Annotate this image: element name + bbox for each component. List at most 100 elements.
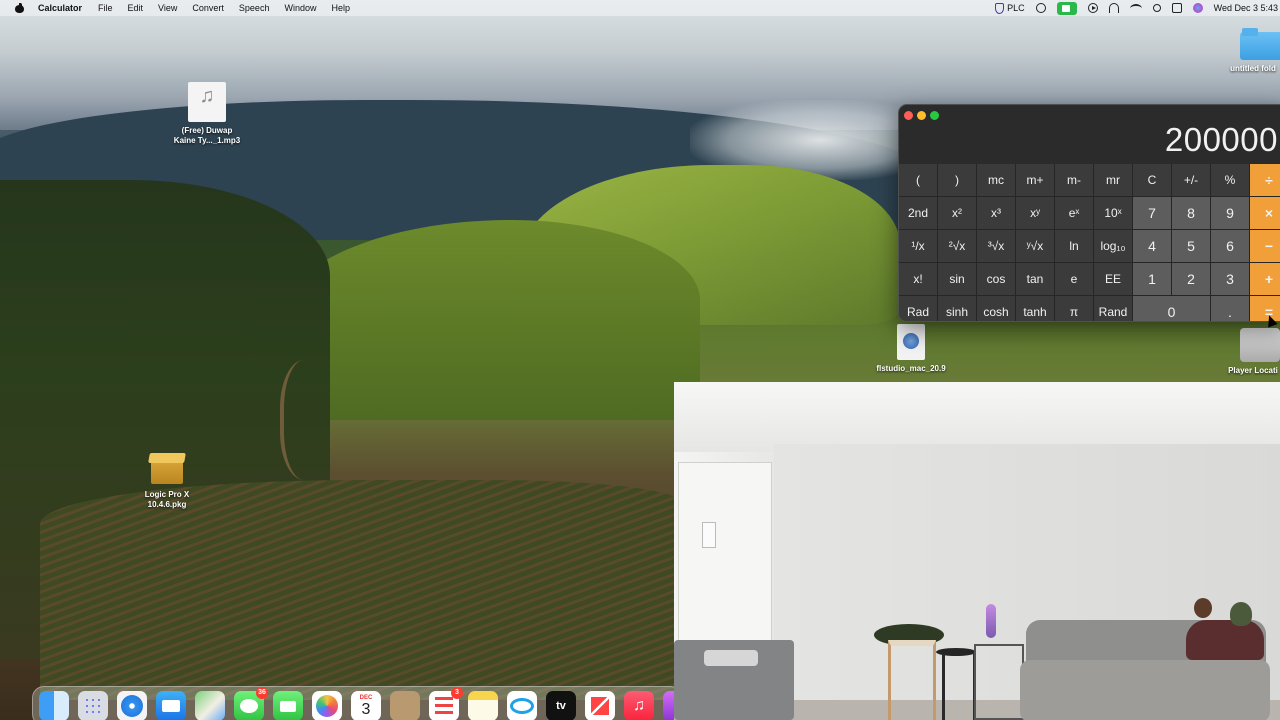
- key-8[interactable]: 8: [1172, 197, 1211, 230]
- key-multiply[interactable]: ×: [1250, 197, 1280, 230]
- key-add[interactable]: +: [1250, 263, 1280, 296]
- spotlight-search-icon[interactable]: [1152, 4, 1161, 12]
- key-open-paren[interactable]: (: [899, 164, 938, 197]
- key-clear[interactable]: C: [1133, 164, 1172, 197]
- desktop-icon-flstudio[interactable]: flstudio_mac_20.9: [870, 324, 952, 378]
- key-exp[interactable]: eˣ: [1055, 197, 1094, 230]
- menu-view[interactable]: View: [158, 3, 177, 13]
- calculator-window: 200000 ( ) mc m+ m- mr C +/- % ÷ 2nd x² …: [898, 104, 1280, 322]
- key-ee[interactable]: EE: [1094, 263, 1133, 296]
- freeform-icon[interactable]: [507, 691, 537, 720]
- key-square[interactable]: x²: [938, 197, 977, 230]
- sofa-seat: [1020, 660, 1270, 720]
- desktop-icon-mp3[interactable]: (Free) Duwap Kaine Ty..._1.mp3: [166, 82, 248, 146]
- key-decimal[interactable]: .: [1211, 296, 1250, 321]
- key-cube[interactable]: x³: [977, 197, 1016, 230]
- key-memory-clear[interactable]: mc: [977, 164, 1016, 197]
- menu-help[interactable]: Help: [331, 3, 350, 13]
- key-square-root[interactable]: ²√x: [938, 230, 977, 263]
- key-cosh[interactable]: cosh: [977, 296, 1016, 321]
- contacts-icon[interactable]: [390, 691, 420, 720]
- key-cube-root[interactable]: ³√x: [977, 230, 1016, 263]
- key-ln[interactable]: ln: [1055, 230, 1094, 263]
- news-icon[interactable]: [585, 691, 615, 720]
- minimize-window-button[interactable]: [917, 111, 926, 120]
- messages-icon[interactable]: 36: [234, 687, 268, 720]
- siri-icon[interactable]: [1192, 3, 1203, 13]
- key-divide[interactable]: ÷: [1250, 164, 1280, 197]
- photos-icon[interactable]: [312, 691, 342, 720]
- key-sinh[interactable]: sinh: [938, 296, 977, 321]
- plc-shield-icon[interactable]: [995, 2, 1005, 14]
- record-status-icon[interactable]: [1035, 3, 1046, 13]
- facetime-icon[interactable]: [273, 691, 303, 720]
- notes-icon[interactable]: [468, 691, 498, 720]
- key-close-paren[interactable]: ): [938, 164, 977, 197]
- zoom-window-button[interactable]: [930, 111, 939, 120]
- menu-bar-clock[interactable]: Wed Dec 3 5:43: [1214, 3, 1278, 13]
- key-factorial[interactable]: x!: [899, 263, 938, 296]
- desktop-icon-label: Player Locati: [1228, 366, 1278, 375]
- reminders-icon[interactable]: 3: [429, 687, 463, 720]
- key-log10[interactable]: log₁₀: [1094, 230, 1133, 263]
- launchpad-icon[interactable]: [78, 691, 108, 720]
- menu-edit[interactable]: Edit: [128, 3, 144, 13]
- key-tan[interactable]: tan: [1016, 263, 1055, 296]
- key-5[interactable]: 5: [1172, 230, 1211, 263]
- apple-menu-icon[interactable]: [14, 3, 26, 13]
- key-cos[interactable]: cos: [977, 263, 1016, 296]
- key-reciprocal[interactable]: ¹/x: [899, 230, 938, 263]
- menu-file[interactable]: File: [98, 3, 113, 13]
- now-playing-icon[interactable]: [1087, 3, 1098, 13]
- audio-file-icon: [188, 82, 226, 122]
- key-memory-subtract[interactable]: m-: [1055, 164, 1094, 197]
- calculator-keypad: ( ) mc m+ m- mr C +/- % ÷ 2nd x² x³ xʸ e…: [899, 164, 1280, 321]
- key-y-root[interactable]: ʸ√x: [1016, 230, 1055, 263]
- key-6[interactable]: 6: [1211, 230, 1250, 263]
- menu-convert[interactable]: Convert: [192, 3, 224, 13]
- apple-tv-icon[interactable]: tv: [546, 691, 576, 720]
- key-subtract[interactable]: −: [1250, 230, 1280, 263]
- finder-icon[interactable]: [39, 691, 69, 720]
- key-e[interactable]: e: [1055, 263, 1094, 296]
- maps-icon[interactable]: [195, 691, 225, 720]
- key-ten-power[interactable]: 10ˣ: [1094, 197, 1133, 230]
- desktop-icon-logic-pkg[interactable]: Logic Pro X 10.4.6.pkg: [126, 450, 208, 510]
- menu-speech[interactable]: Speech: [239, 3, 270, 13]
- key-second[interactable]: 2nd: [899, 197, 938, 230]
- music-icon[interactable]: [624, 691, 654, 720]
- key-3[interactable]: 3: [1211, 263, 1250, 296]
- key-tanh[interactable]: tanh: [1016, 296, 1055, 321]
- key-pi[interactable]: π: [1055, 296, 1094, 321]
- wifi-icon[interactable]: [1129, 3, 1142, 13]
- key-sin[interactable]: sin: [938, 263, 977, 296]
- plc-status-label[interactable]: PLC: [1007, 3, 1025, 13]
- key-rand[interactable]: Rand: [1094, 296, 1133, 321]
- key-7[interactable]: 7: [1133, 197, 1172, 230]
- key-4[interactable]: 4: [1133, 230, 1172, 263]
- desktop-icon-label: untitled fold: [1230, 64, 1276, 73]
- key-1[interactable]: 1: [1133, 263, 1172, 296]
- key-percent[interactable]: %: [1211, 164, 1250, 197]
- key-plus-minus[interactable]: +/-: [1172, 164, 1211, 197]
- key-power[interactable]: xʸ: [1016, 197, 1055, 230]
- key-rad[interactable]: Rad: [899, 296, 938, 321]
- headphones-icon[interactable]: [1108, 3, 1119, 13]
- key-memory-recall[interactable]: mr: [1094, 164, 1133, 197]
- mail-icon[interactable]: [156, 691, 186, 720]
- menu-window[interactable]: Window: [284, 3, 316, 13]
- camera-in-use-icon[interactable]: [1056, 1, 1077, 15]
- key-9[interactable]: 9: [1211, 197, 1250, 230]
- control-center-icon[interactable]: [1171, 3, 1182, 13]
- close-window-button[interactable]: [904, 111, 913, 120]
- dock: 36 DEC 3 3 tv: [32, 686, 693, 720]
- person-body: [1186, 620, 1264, 660]
- key-memory-add[interactable]: m+: [1016, 164, 1055, 197]
- calendar-icon[interactable]: DEC 3: [351, 691, 381, 720]
- safari-icon[interactable]: [117, 691, 147, 720]
- desktop-icon-player-location[interactable]: Player Locati: [1226, 328, 1280, 376]
- key-0[interactable]: 0: [1133, 296, 1211, 321]
- menu-app-name[interactable]: Calculator: [38, 3, 82, 13]
- key-2[interactable]: 2: [1172, 263, 1211, 296]
- desktop-icon-untitled-folder[interactable]: untitled fold: [1226, 26, 1280, 74]
